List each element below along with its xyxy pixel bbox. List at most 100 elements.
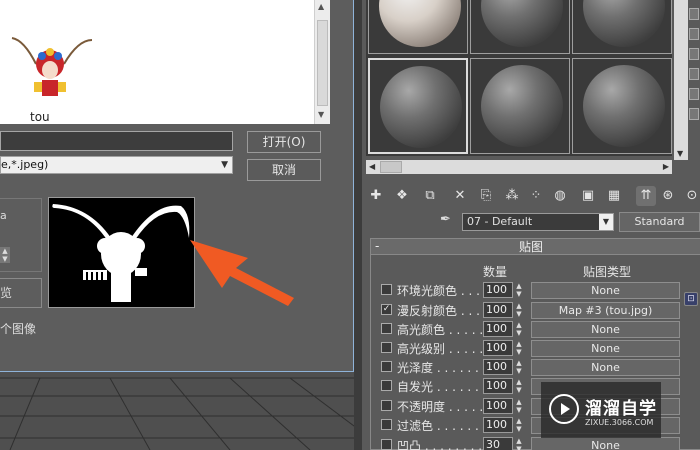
material-type-button[interactable]: Standard (619, 212, 700, 232)
map-enable-checkbox[interactable] (381, 419, 392, 430)
material-slot[interactable] (470, 0, 570, 54)
material-slot[interactable] (470, 58, 570, 154)
lock-icon[interactable]: ⊡ (684, 292, 698, 306)
map-enable-checkbox[interactable] (381, 400, 392, 411)
map-slot-button[interactable]: Map #3 (tou.jpg) (531, 302, 680, 319)
eyedropper-icon[interactable]: ✒ (440, 212, 456, 230)
go-forward-icon[interactable]: ⊛ (658, 186, 678, 206)
map-enable-checkbox[interactable] (381, 284, 392, 295)
material-slot[interactable] (368, 58, 468, 154)
file-thumbnail[interactable] (8, 34, 94, 100)
copy-material-icon[interactable]: ⎘ (476, 186, 496, 206)
file-list-scrollbar[interactable]: ▲ ▼ (314, 0, 330, 124)
map-enable-checkbox[interactable] (381, 361, 392, 372)
play-logo-icon (549, 394, 579, 424)
map-enable-checkbox[interactable] (381, 380, 392, 391)
assign-material-icon[interactable]: ⧉ (420, 186, 440, 206)
background-icon[interactable] (689, 8, 699, 20)
viewport-grid (0, 377, 362, 450)
scroll-up-icon[interactable]: ▲ (318, 2, 324, 11)
map-slot-button[interactable]: None (531, 340, 680, 357)
map-row: 环境光颜色 . . . . 100 ▲ ▼ None (371, 281, 700, 300)
scroll-thumb[interactable] (380, 161, 402, 173)
show-end-result-icon[interactable]: ▦ (604, 186, 624, 206)
map-channel-label: 漫反射颜色 . . . (397, 304, 480, 318)
file-type-value: e,*.jpeg) (1, 158, 49, 171)
filename-input[interactable] (0, 131, 233, 151)
open-button[interactable]: 打开(O) (247, 131, 321, 153)
make-unique-icon[interactable]: ⁂ (502, 186, 522, 206)
spinner-icon[interactable]: ▲ ▼ (514, 340, 524, 356)
chevron-down-icon[interactable]: ▼ (221, 157, 228, 173)
spinner-icon[interactable]: ▲ ▼ (514, 359, 524, 375)
map-amount-input[interactable]: 30 (483, 437, 513, 450)
select-by-material-icon[interactable] (689, 108, 699, 120)
material-name-field[interactable]: 07 - Default ▼ (462, 213, 614, 231)
map-amount-input[interactable]: 100 (483, 359, 513, 375)
map-enable-checkbox[interactable] (381, 342, 392, 353)
scroll-down-icon[interactable]: ▼ (318, 110, 324, 119)
map-slot-button[interactable]: None (531, 359, 680, 376)
video-color-icon[interactable] (689, 48, 699, 60)
show-map-icon[interactable]: ▣ (578, 186, 598, 206)
material-slot[interactable] (572, 0, 672, 54)
pick-material-icon[interactable]: ⊙ (682, 186, 700, 206)
annotation-arrow-icon (190, 240, 294, 306)
make-preview-icon[interactable] (689, 68, 699, 80)
scroll-down-icon[interactable]: ▼ (677, 149, 683, 158)
put-to-library-icon[interactable]: ⁘ (526, 186, 546, 206)
spinner-icon[interactable]: ▲ ▼ (514, 398, 524, 414)
map-row: 光泽度 . . . . . . . . 100 ▲ ▼ None (371, 358, 700, 377)
map-amount-input[interactable]: 100 (483, 378, 513, 394)
slots-vertical-scrollbar[interactable]: ▼ (674, 0, 688, 160)
sphere (583, 65, 665, 147)
sequence-caption: 个图像 (0, 322, 37, 336)
material-slot[interactable] (572, 58, 672, 154)
map-slot-button[interactable]: None (531, 437, 680, 450)
material-slot[interactable] (368, 0, 468, 54)
material-id-icon[interactable]: ◍ (550, 186, 570, 206)
chevron-down-icon[interactable]: ▼ (599, 214, 613, 230)
scroll-right-icon[interactable]: ▶ (663, 160, 669, 174)
collapse-icon[interactable]: - (375, 239, 379, 253)
cancel-button[interactable]: 取消 (247, 159, 321, 181)
textured-sphere (379, 0, 461, 47)
spinner-icon[interactable]: ▲ ▼ (514, 302, 524, 318)
map-channel-label: 自发光 . . . . . . . . (397, 380, 495, 394)
map-amount-input[interactable]: 100 (483, 340, 513, 356)
preview-button[interactable]: 览 (0, 278, 42, 308)
side-toolbar (688, 0, 700, 170)
spinner-icon[interactable]: ▲ ▼ (514, 282, 524, 298)
map-slot-button[interactable]: None (531, 321, 680, 338)
spinner-icon[interactable]: ▲ ▼ (514, 417, 524, 433)
spinner-icon[interactable]: ▲ ▼ (514, 321, 524, 337)
map-enable-checkbox[interactable] (381, 439, 392, 450)
spinner-icon[interactable]: ▲ ▼ (0, 247, 10, 263)
map-slot-button[interactable]: None (531, 282, 680, 299)
map-channel-label: 不透明度 . . . . . . (397, 400, 491, 414)
spinner-icon[interactable]: ▲ ▼ (514, 378, 524, 394)
map-amount-input[interactable]: 100 (483, 398, 513, 414)
panel-divider (354, 0, 362, 450)
go-to-parent-icon[interactable]: ⇈ (636, 186, 656, 206)
sample-uv-icon[interactable] (689, 28, 699, 40)
map-channel-label: 过滤色 . . . . . . . . (397, 419, 495, 433)
get-material-icon[interactable]: ✚ (366, 186, 386, 206)
slots-horizontal-scrollbar[interactable]: ◀ ▶ (366, 160, 672, 174)
map-amount-input[interactable]: 100 (483, 282, 513, 298)
map-amount-input[interactable]: 100 (483, 302, 513, 318)
file-list[interactable]: tou ▲ ▼ (0, 0, 330, 124)
rollout-header[interactable]: - 贴图 (371, 239, 700, 255)
delete-icon[interactable]: ✕ (450, 186, 470, 206)
scroll-left-icon[interactable]: ◀ (369, 160, 375, 174)
watermark-url: ZIXUE.3066.COM (585, 418, 654, 427)
map-amount-input[interactable]: 100 (483, 321, 513, 337)
map-enable-checkbox[interactable]: ✓ (381, 304, 392, 315)
scroll-thumb[interactable] (317, 20, 328, 106)
file-type-select[interactable]: e,*.jpeg) ▼ (0, 156, 233, 174)
spinner-icon[interactable]: ▲ ▼ (514, 437, 524, 450)
map-amount-input[interactable]: 100 (483, 417, 513, 433)
options-icon[interactable] (689, 88, 699, 100)
map-enable-checkbox[interactable] (381, 323, 392, 334)
put-to-scene-icon[interactable]: ❖ (392, 186, 412, 206)
